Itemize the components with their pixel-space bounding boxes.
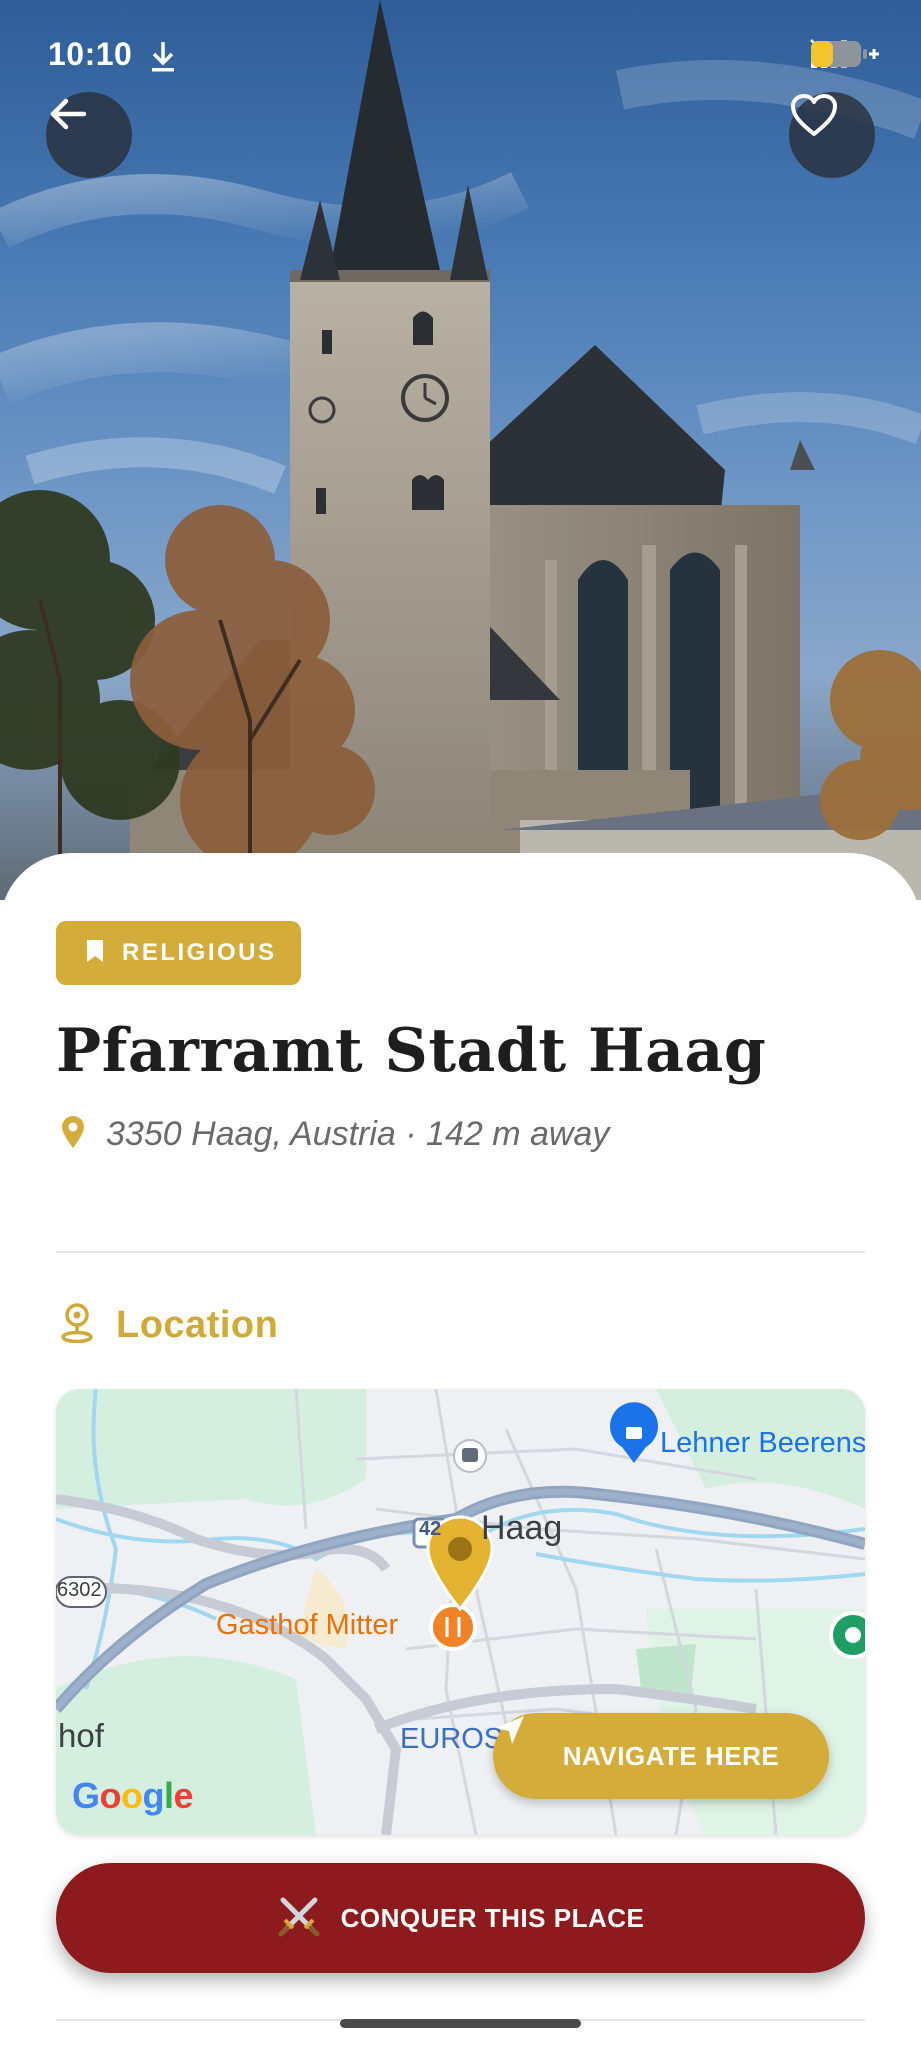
- navigate-here-button[interactable]: NAVIGATE HERE: [493, 1713, 829, 1799]
- map-label-town: Haag: [481, 1509, 563, 1547]
- google-attribution-logo: Google: [72, 1775, 194, 1816]
- back-button[interactable]: [46, 92, 132, 178]
- location-section-title: Location: [116, 1304, 279, 1346]
- map-label-place-bottom: EUROS: [400, 1723, 504, 1755]
- navigate-here-label: NAVIGATE HERE: [562, 1740, 780, 1771]
- map-label-restaurant: Gasthof Mitter: [216, 1609, 399, 1641]
- map-pin-icon: [60, 1115, 86, 1154]
- road-sign-6302: 6302: [57, 1579, 102, 1601]
- conquer-button[interactable]: CONQUER THIS PLACE: [56, 1863, 865, 1973]
- map-label-poi: Lehner Beerens: [660, 1427, 865, 1459]
- status-time: 10:10: [48, 36, 133, 72]
- crossed-swords-icon: [277, 1894, 321, 1943]
- download-icon: [148, 40, 178, 74]
- church-photo: [0, 0, 921, 900]
- bookmark-icon: [84, 938, 106, 969]
- hero-image: 10:10: [0, 0, 921, 900]
- conquer-label: CONQUER THIS PLACE: [340, 1902, 645, 1933]
- location-map[interactable]: Lehner Beerens 42 Haag 6302 Gasthof Mitt…: [56, 1389, 865, 1835]
- category-label: RELIGIOUS: [122, 939, 277, 966]
- map-label-place-left: hof: [58, 1717, 104, 1754]
- detail-sheet: RELIGIOUS Pfarramt Stadt Haag 3350 Haag,…: [0, 853, 921, 2048]
- address-row: 3350 Haag, Austria · 142 m away: [60, 1115, 609, 1154]
- place-title: Pfarramt Stadt Haag: [56, 1016, 767, 1086]
- favorite-button[interactable]: [789, 92, 875, 178]
- home-indicator[interactable]: [340, 2019, 581, 2028]
- category-badge: RELIGIOUS: [56, 921, 301, 985]
- status-bar: 10:10: [0, 0, 921, 116]
- address-text: 3350 Haag, Austria · 142 m away: [106, 1115, 610, 1153]
- location-person-icon: [60, 1303, 94, 1348]
- divider: [56, 1251, 865, 1253]
- location-section-header: Location: [60, 1303, 278, 1348]
- road-sign-42: 42: [419, 1518, 442, 1540]
